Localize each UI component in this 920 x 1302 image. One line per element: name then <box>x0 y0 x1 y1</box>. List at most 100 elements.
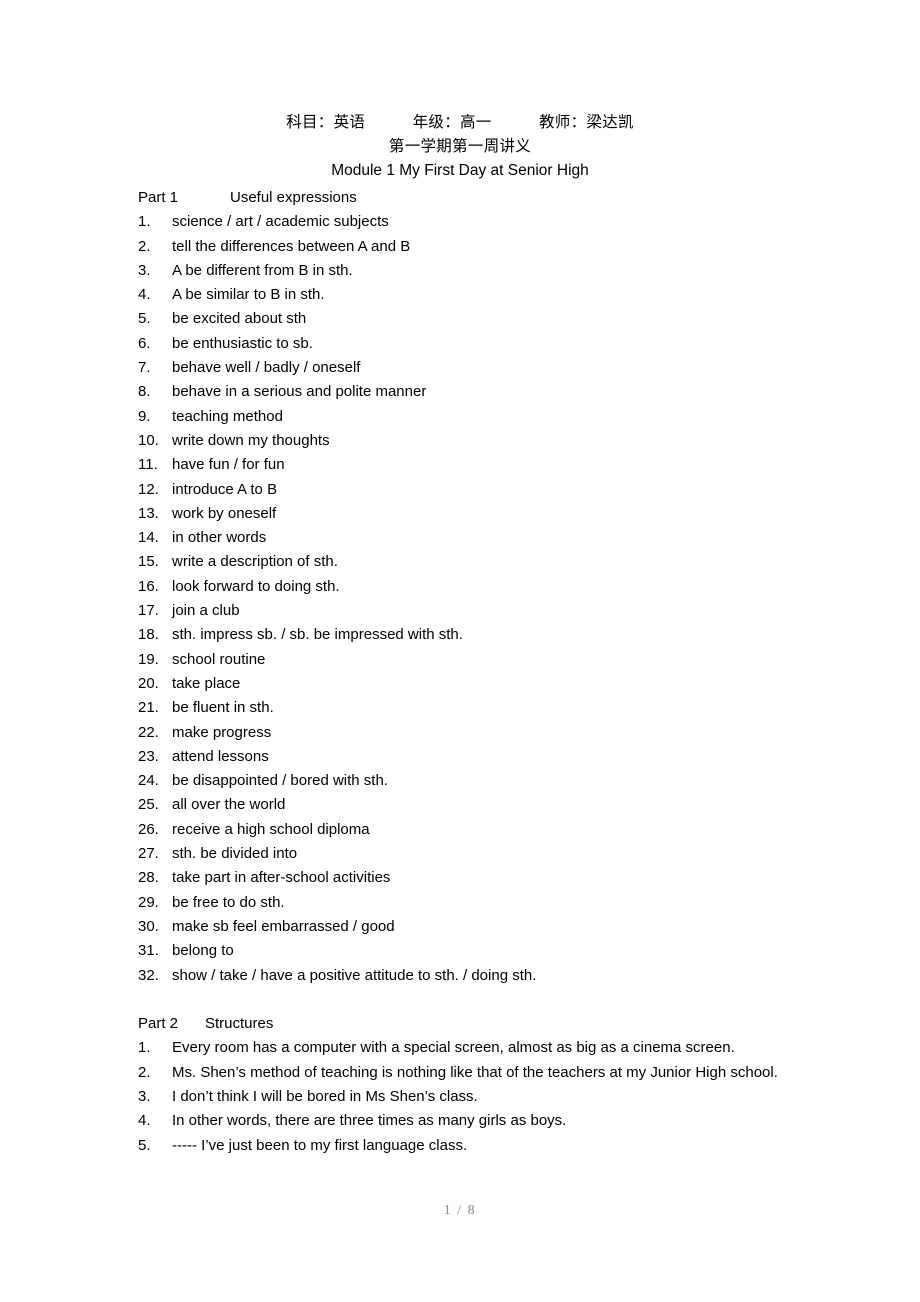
list-item-text: have fun / for fun <box>172 456 285 474</box>
list-item: 2. Ms. Shen’s method of teaching is nothi… <box>138 1061 838 1085</box>
list-item: 23. attend lessons <box>138 745 838 769</box>
part-1-list: 1. science / art / academic subjects 2. te… <box>138 210 838 988</box>
list-item: 18. sth. impress sb. / sb. be impressed w… <box>138 623 838 647</box>
list-item-number: 15. <box>138 553 159 571</box>
list-item-text: make progress <box>172 723 272 741</box>
list-item-number: 29. <box>138 893 159 911</box>
document-header: 科目：英语 年级：高一 教师：梁达凯 第一学期第一周讲义 Module 1 My… <box>0 110 920 183</box>
part-2-heading: Part 2 Structures <box>138 1012 838 1036</box>
list-item-text: make sb feel embarrassed / good <box>172 917 395 935</box>
list-item: 2. tell the differences between A and B <box>138 235 838 259</box>
list-item-number: 26. <box>138 820 159 838</box>
part-1-label: Part 1 <box>138 189 179 206</box>
list-item-text: Every room has a computer with a special… <box>172 1039 735 1057</box>
list-item-number: 31. <box>138 942 159 960</box>
list-item: 6. be enthusiastic to sb. <box>138 332 838 356</box>
list-item-number: 20. <box>138 674 159 692</box>
part-1-heading: Part 1 Useful expressions <box>138 186 838 210</box>
list-item-text: show / take / have a positive attitude t… <box>172 966 537 984</box>
list-item-number: 12. <box>138 480 159 498</box>
list-item-number: 5. <box>138 310 151 328</box>
list-item: 27. sth. be divided into <box>138 842 838 866</box>
list-item-number: 1. <box>138 213 151 231</box>
list-item: 25. all over the world <box>138 793 838 817</box>
list-item-text: science / art / academic subjects <box>172 213 389 231</box>
list-item: 28. take part in after-school activities <box>138 866 838 890</box>
list-item-number: 23. <box>138 747 159 765</box>
list-item-number: 25. <box>138 796 159 814</box>
list-item-text: be enthusiastic to sb. <box>172 334 313 352</box>
list-item-text: school routine <box>172 650 266 668</box>
list-item-text: tell the differences between A and B <box>172 237 411 255</box>
list-item: 31. belong to <box>138 939 838 963</box>
list-item-text: all over the world <box>172 796 286 814</box>
list-item: 26. receive a high school diploma <box>138 818 838 842</box>
list-item: 10. write down my thoughts <box>138 429 838 453</box>
list-item-text: attend lessons <box>172 747 269 765</box>
list-item-text: sth. be divided into <box>172 845 298 863</box>
list-item: 3. I don’t think I will be bored in Ms Sh… <box>138 1085 838 1109</box>
list-item-number: 4. <box>138 286 151 304</box>
list-item-number: 9. <box>138 407 151 425</box>
list-item-number: 2. <box>138 1063 151 1081</box>
part-2-label: Part 2 <box>138 1015 179 1033</box>
part-2-list: 1. Every room has a computer with a speci… <box>138 1036 838 1157</box>
list-item-text: sth. impress sb. / sb. be impressed with… <box>172 626 463 644</box>
list-item-number: 13. <box>138 504 159 522</box>
list-item-number: 22. <box>138 723 159 741</box>
list-item-text: behave well / badly / oneself <box>172 359 361 377</box>
list-item: 16. look forward to doing sth. <box>138 575 838 599</box>
list-item-text: take place <box>172 674 241 692</box>
list-item-text: teaching method <box>172 407 283 425</box>
list-item-text: In other words, there are three times as… <box>172 1112 567 1130</box>
list-item-text: in other words <box>172 529 267 547</box>
list-item-text: be fluent in sth. <box>172 699 274 717</box>
list-item-number: 27. <box>138 845 159 863</box>
list-item-number: 6. <box>138 334 151 352</box>
list-item: 4. A be similar to B in sth. <box>138 283 838 307</box>
list-item: 12. introduce A to B <box>138 478 838 502</box>
list-item: 5. ----- I’ve just been to my first langu… <box>138 1134 838 1158</box>
list-item: 24. be disappointed / bored with sth. <box>138 769 838 793</box>
list-item: 5. be excited about sth <box>138 307 838 331</box>
list-item: 8. behave in a serious and polite manner <box>138 380 838 404</box>
list-item-text: take part in after-school activities <box>172 869 391 887</box>
page-number: 1 / 8 <box>443 1203 477 1218</box>
list-item: 3. A be different from B in sth. <box>138 259 838 283</box>
list-item: 1. Every room has a computer with a speci… <box>138 1036 838 1060</box>
list-item-number: 3. <box>138 261 151 279</box>
list-item-text: A be similar to B in sth. <box>172 286 325 304</box>
list-item: 7. behave well / badly / oneself <box>138 356 838 380</box>
list-item-number: 16. <box>138 577 159 595</box>
header-subject-grade-teacher: 科目：英语 年级：高一 教师：梁达凯 <box>286 113 634 131</box>
list-item-text: belong to <box>172 942 234 960</box>
part-1-title: Useful expressions <box>230 189 357 206</box>
list-item-number: 19. <box>138 650 159 668</box>
list-item-number: 8. <box>138 383 151 401</box>
list-item: 29. be free to do sth. <box>138 891 838 915</box>
list-item-text: be excited about sth <box>172 310 307 328</box>
list-item: 22. make progress <box>138 721 838 745</box>
list-item: 1. science / art / academic subjects <box>138 210 838 234</box>
list-item-text: join a club <box>172 602 240 620</box>
list-item-text: be free to do sth. <box>172 893 285 911</box>
list-item-number: 32. <box>138 966 159 984</box>
list-item-number: 5. <box>138 1136 151 1154</box>
page-footer: 1 / 8 <box>0 1203 920 1219</box>
list-item-text: ----- I’ve just been to my first languag… <box>172 1136 468 1154</box>
document-page: 科目：英语 年级：高一 教师：梁达凯 第一学期第一周讲义 Module 1 My… <box>0 0 920 1302</box>
list-item: 11. have fun / for fun <box>138 453 838 477</box>
list-item-number: 7. <box>138 359 151 377</box>
list-item-text: look forward to doing sth. <box>172 577 340 595</box>
list-item-number: 28. <box>138 869 159 887</box>
list-item-number: 1. <box>138 1039 151 1057</box>
header-lecture-title-cn: 第一学期第一周讲义 <box>388 137 532 156</box>
list-item-number: 11. <box>138 456 158 474</box>
list-item-text: work by oneself <box>172 504 277 522</box>
list-item-text: write a description of sth. <box>172 553 338 571</box>
list-item: 20. take place <box>138 672 838 696</box>
list-item-text: A be different from B in sth. <box>172 261 353 279</box>
list-item-text: introduce A to B <box>172 480 278 498</box>
header-module-title: Module 1 My First Day at Senior High <box>331 161 589 179</box>
list-item: 30. make sb feel embarrassed / good <box>138 915 838 939</box>
